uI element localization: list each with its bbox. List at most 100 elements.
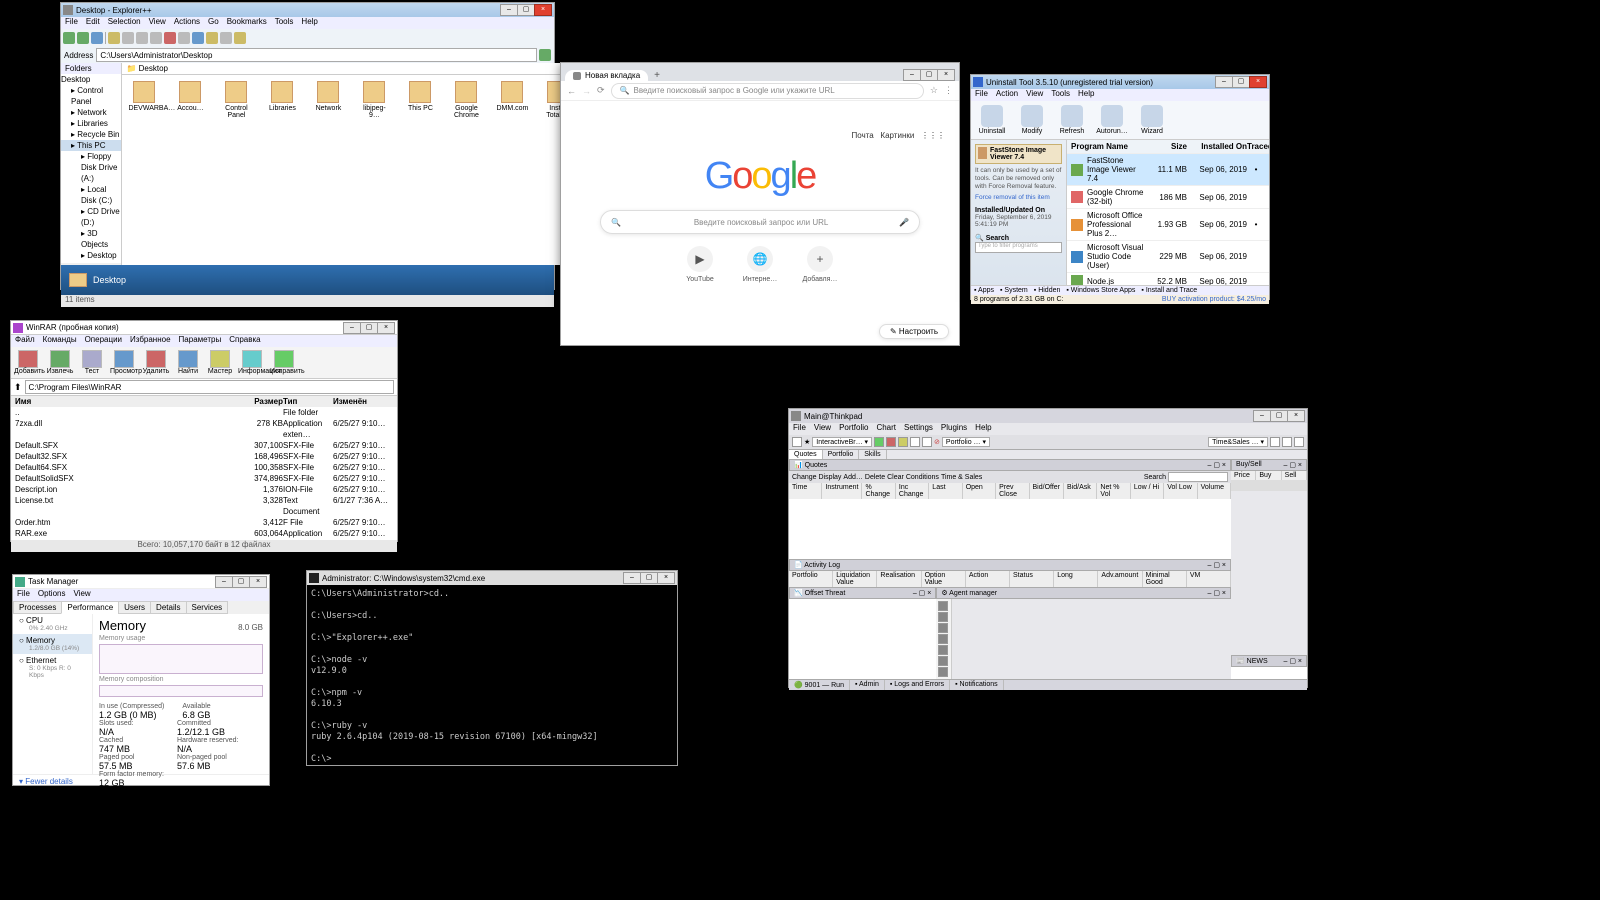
- menu-actions[interactable]: Actions: [170, 17, 204, 29]
- mail-link[interactable]: Почта: [852, 131, 874, 140]
- agent-side-tools[interactable]: [936, 599, 952, 679]
- quotes-grid[interactable]: [789, 499, 1231, 559]
- close-button[interactable]: ×: [249, 576, 267, 588]
- menu-item[interactable]: Settings: [900, 423, 937, 435]
- connect-icon[interactable]: [874, 437, 884, 447]
- file-row[interactable]: 7zxa.dll278 KBApplication exten…6/25/27 …: [11, 418, 397, 440]
- file-row[interactable]: Order.htm3,412F File6/25/27 9:10…: [11, 517, 397, 528]
- tool-icon[interactable]: [938, 601, 948, 611]
- tm-sidebar[interactable]: ○ CPU0% 2.40 GHz○ Memory1.2/8.0 GB (14%)…: [13, 614, 93, 774]
- quotes-pane-title[interactable]: 📊 Quotes– ▢ ×: [789, 459, 1231, 471]
- menu-item[interactable]: File: [789, 423, 810, 435]
- toolbar-autorun…[interactable]: Autorun…: [1095, 105, 1129, 135]
- maximize-button[interactable]: ▢: [360, 322, 378, 334]
- tree-item[interactable]: ▸ Network: [61, 107, 121, 118]
- quotes-search-input[interactable]: [1168, 472, 1228, 482]
- menu-item[interactable]: Chart: [872, 423, 900, 435]
- apps-icon[interactable]: ⋮⋮⋮: [921, 131, 945, 140]
- menu-file[interactable]: File: [971, 89, 992, 101]
- col-header[interactable]: Prev Close: [996, 483, 1029, 499]
- back-icon[interactable]: ←: [567, 86, 576, 96]
- side-ethernet[interactable]: ○ EthernetS: 0 Kbps R: 0 Kbps: [13, 654, 92, 681]
- file-row[interactable]: Default32.SFX168,496SFX-File6/25/27 9:10…: [11, 451, 397, 462]
- news-pane[interactable]: [1231, 667, 1307, 679]
- tab-services[interactable]: Services: [186, 601, 229, 614]
- explorer-menubar[interactable]: FileEditSelectionViewActionsGoBookmarksT…: [61, 17, 554, 29]
- uninstall-toolbar[interactable]: UninstallModifyRefreshAutorun…Wizard: [971, 101, 1269, 140]
- tool-icon[interactable]: [1282, 437, 1292, 447]
- program-row[interactable]: Microsoft Visual Studio Code (User)229 M…: [1067, 241, 1269, 273]
- views-icon[interactable]: [220, 32, 232, 44]
- footer-tab[interactable]: ▪ Hidden: [1034, 287, 1061, 294]
- tree-item[interactable]: ▸ Floppy Disk Drive (A:): [61, 151, 121, 184]
- col-header[interactable]: Minimal Good: [1143, 571, 1187, 587]
- winrar-toolbar[interactable]: ДобавитьИзвлечьТестПросмотрУдалитьНайтиМ…: [11, 347, 397, 378]
- extensions-icon[interactable]: ☆: [930, 85, 938, 96]
- terminal-window[interactable]: Administrator: C:\Windows\system32\cmd.e…: [306, 570, 678, 766]
- toolbar-button[interactable]: Информация: [238, 350, 266, 375]
- search-icon[interactable]: [192, 32, 204, 44]
- footer-tab[interactable]: ▪ Windows Store Apps: [1066, 287, 1135, 294]
- close-button[interactable]: ×: [534, 4, 552, 16]
- desktop-icon[interactable]: Accou…: [174, 81, 206, 112]
- maximize-button[interactable]: ▢: [1232, 76, 1250, 88]
- col-header[interactable]: Last: [929, 483, 962, 499]
- menu-item[interactable]: File: [13, 589, 34, 601]
- status-item[interactable]: 🟢 9001 — Run: [789, 680, 850, 690]
- tree-item[interactable]: ▸ Desktop: [61, 250, 121, 261]
- quotes-tool[interactable]: Time & Sales: [941, 474, 982, 481]
- trading-menubar[interactable]: FileViewPortfolioChartSettingsPluginsHel…: [789, 423, 1307, 435]
- back-icon[interactable]: [63, 32, 75, 44]
- uninstall-window[interactable]: Uninstall Tool 3.5.10 (unregistered tria…: [970, 74, 1270, 300]
- file-list[interactable]: ИмяРазмерТипИзменён ..File folder7zxa.dl…: [11, 396, 397, 540]
- tree-item[interactable]: ▸ Control Panel: [61, 85, 121, 107]
- menu-tools[interactable]: Tools: [271, 17, 298, 29]
- uninstall-menubar[interactable]: FileActionViewToolsHelp: [971, 89, 1269, 101]
- tool-icon[interactable]: [910, 437, 920, 447]
- minimize-button[interactable]: –: [903, 69, 921, 81]
- toolbar-button[interactable]: Просмотр: [110, 350, 138, 375]
- quotes-tool[interactable]: Conditions: [906, 474, 939, 481]
- menu-item[interactable]: Справка: [225, 335, 264, 347]
- activity-columns[interactable]: PortfolioLiquidation ValueRealisationOpt…: [789, 571, 1231, 587]
- address-bar[interactable]: C:\Users\Administrator\Desktop: [96, 48, 537, 62]
- chrome-window[interactable]: Новая вкладка + –▢× ← → ⟳ 🔍Введите поиск…: [560, 62, 960, 346]
- winrar-window[interactable]: WinRAR (пробная копия) –▢× ФайлКомандыОп…: [10, 320, 398, 542]
- explorer-window[interactable]: Desktop - Explorer++ – ▢ × FileEditSelec…: [60, 2, 555, 290]
- status-item[interactable]: ▪ Notifications: [950, 680, 1004, 690]
- delete-icon[interactable]: [164, 32, 176, 44]
- program-list[interactable]: Program Name Size Installed On Traced Fa…: [1067, 140, 1269, 285]
- menu-action[interactable]: Action: [992, 89, 1022, 101]
- maximize-button[interactable]: ▢: [920, 69, 938, 81]
- footer-tab[interactable]: ▪ Install and Trace: [1141, 287, 1197, 294]
- program-row[interactable]: Microsoft Office Professional Plus 2…1.9…: [1067, 209, 1269, 241]
- footer-tab[interactable]: ▪ System: [1000, 287, 1028, 294]
- tree-item[interactable]: ▸ This PC: [61, 140, 121, 151]
- close-button[interactable]: ×: [937, 69, 955, 81]
- maximize-button[interactable]: ▢: [1270, 410, 1288, 422]
- tool-icon[interactable]: [938, 612, 948, 622]
- toolbar-button[interactable]: Найти: [174, 350, 202, 375]
- status-item[interactable]: ▪ Admin: [850, 680, 885, 690]
- news-pane-title[interactable]: 📰 NEWS– ▢ ×: [1231, 655, 1307, 667]
- timesales-dropdown[interactable]: Time&Sales … ▾: [1208, 437, 1268, 447]
- menu-item[interactable]: Plugins: [937, 423, 971, 435]
- tool-icon[interactable]: [1270, 437, 1280, 447]
- buy-link[interactable]: BUY activation product: $4.25/mo: [1162, 296, 1266, 303]
- desktop-icon[interactable]: Libraries: [266, 81, 298, 112]
- tool-icon[interactable]: [922, 437, 932, 447]
- up-icon[interactable]: ⬆: [14, 382, 22, 393]
- menu-edit[interactable]: Edit: [82, 17, 104, 29]
- omnibox[interactable]: 🔍Введите поисковый запрос в Google или у…: [611, 83, 924, 99]
- menu-item[interactable]: View: [810, 423, 835, 435]
- col-header[interactable]: Liquidation Value: [833, 571, 877, 587]
- tree-item[interactable]: ▸ 3D Objects: [61, 228, 121, 250]
- file-row[interactable]: RAR.exe603,064Application6/25/27 9:10…: [11, 528, 397, 539]
- col-header[interactable]: Vol Low: [1164, 483, 1197, 499]
- program-row[interactable]: Google Chrome (32-bit)186 MBSep 06, 2019: [1067, 186, 1269, 209]
- tab-performance[interactable]: Performance: [61, 601, 119, 614]
- col-header[interactable]: Open: [963, 483, 996, 499]
- tab-users[interactable]: Users: [118, 601, 151, 614]
- quotes-toolbar[interactable]: Change DisplayAdd…DeleteClearConditionsT…: [789, 471, 1231, 483]
- tool-icon[interactable]: [1294, 437, 1304, 447]
